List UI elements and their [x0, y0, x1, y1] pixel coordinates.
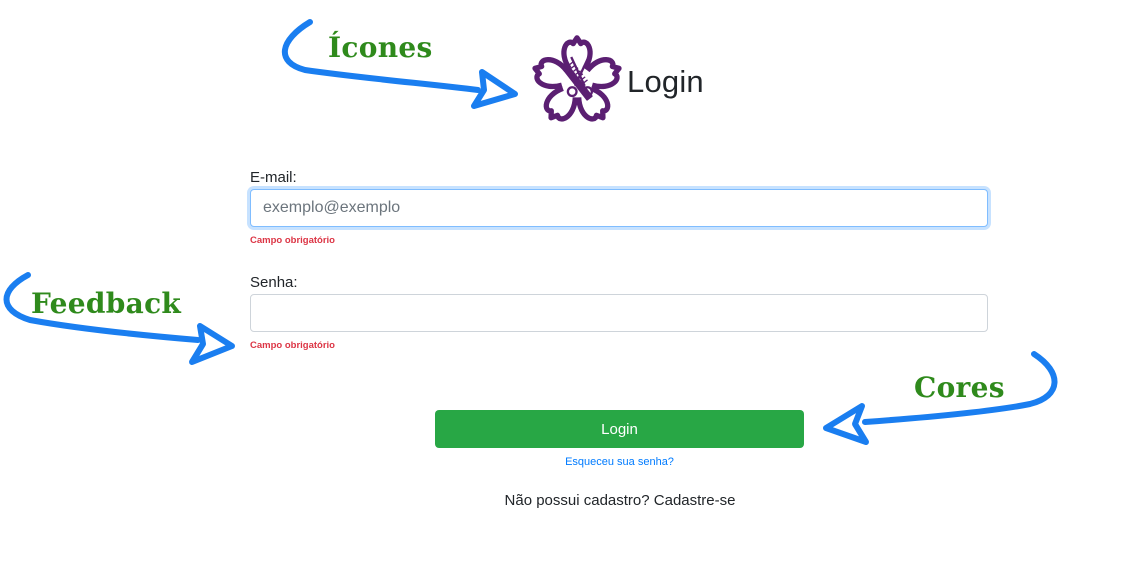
password-field[interactable] [250, 294, 988, 332]
email-label: E-mail: [250, 169, 297, 186]
forgot-password-link[interactable]: Esqueceu sua senha? [435, 456, 804, 468]
sakura-comb-scissors-icon [532, 35, 622, 122]
annotation-feedback-arrowhead [189, 323, 235, 365]
annotation-icons-label: Ícones [328, 31, 433, 64]
signup-link[interactable]: Cadastre-se [654, 492, 736, 509]
password-error-message: Campo obrigatório [250, 340, 335, 351]
annotation-feedback-label: Feedback [31, 287, 182, 320]
login-button[interactable]: Login [435, 410, 804, 448]
annotation-colors-arrowhead [823, 403, 869, 445]
email-field[interactable] [250, 189, 988, 227]
email-error-message: Campo obrigatório [250, 235, 335, 246]
annotation-colors-label: Cores [914, 371, 1005, 404]
password-label: Senha: [250, 274, 298, 291]
signup-prompt: Não possui cadastro? Cadastre-se [400, 492, 840, 509]
brand-header: Login [528, 34, 704, 130]
email-field-group: E-mail: Campo obrigatório [250, 168, 988, 247]
password-field-group: Senha: Campo obrigatório [250, 273, 988, 352]
annotation-icons-arrowhead [471, 69, 518, 109]
page-title: Login [627, 64, 704, 99]
signup-prompt-text: Não possui cadastro? [504, 492, 650, 509]
